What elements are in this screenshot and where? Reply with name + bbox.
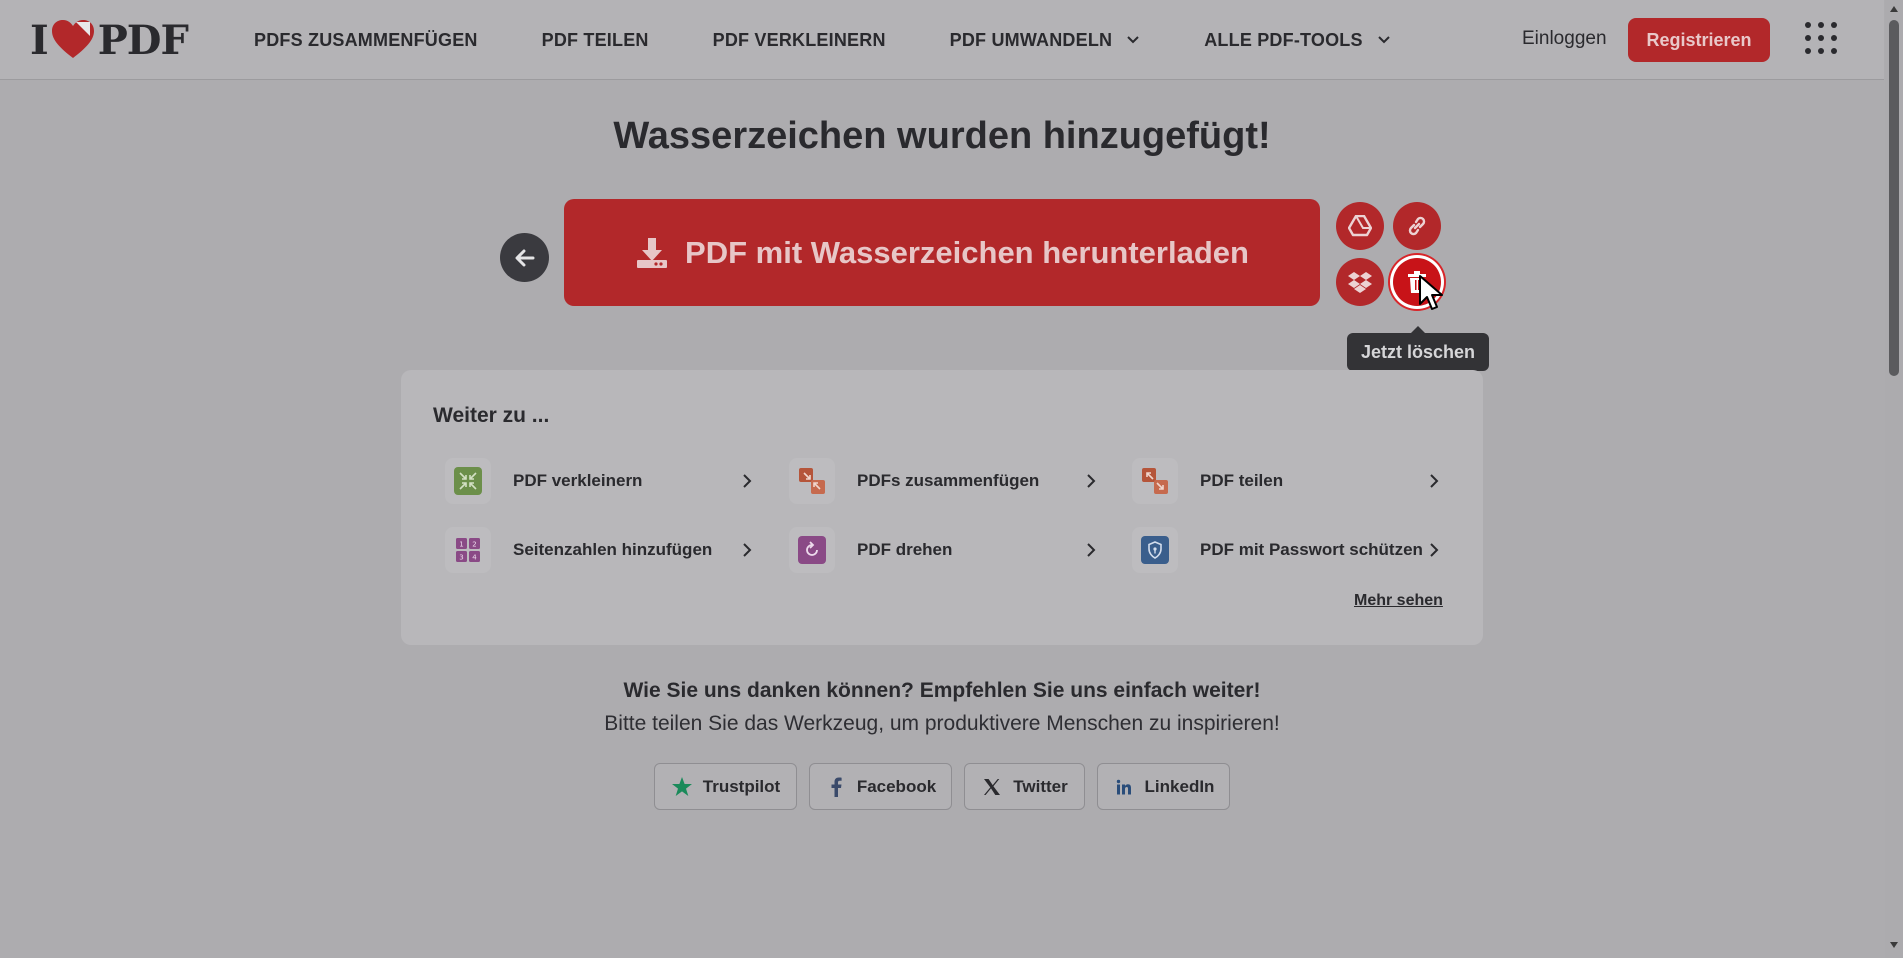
share-link-button[interactable] bbox=[1393, 202, 1441, 250]
download-icon bbox=[637, 237, 668, 268]
share-heading: Wie Sie uns danken können? Empfehlen Sie… bbox=[623, 679, 1261, 702]
chevron-right-icon bbox=[1087, 474, 1096, 488]
tool-label: PDFs zusammenfügen bbox=[857, 471, 1040, 490]
register-button[interactable]: Registrieren bbox=[1628, 18, 1770, 62]
trustpilot-button[interactable]: Trustpilot bbox=[654, 763, 797, 810]
vertical-scrollbar[interactable] bbox=[1885, 0, 1903, 958]
star-icon bbox=[671, 776, 693, 798]
continue-title: Weiter zu ... bbox=[433, 404, 550, 427]
shield-icon bbox=[1141, 536, 1169, 564]
chevron-right-icon bbox=[743, 543, 752, 557]
linkedin-icon bbox=[1113, 776, 1135, 798]
chevron-right-icon bbox=[743, 474, 752, 488]
nav-label: PDF UMWANDELN bbox=[949, 29, 1113, 50]
chevron-down-icon bbox=[1127, 36, 1139, 44]
mouse-cursor-icon bbox=[1419, 275, 1443, 310]
tool-label: PDF drehen bbox=[857, 540, 953, 559]
svg-text:1: 1 bbox=[459, 541, 463, 549]
google-drive-button[interactable] bbox=[1336, 202, 1384, 250]
tool-protect-pdf[interactable]: PDF mit Passwort schützen bbox=[1126, 524, 1456, 576]
tool-compress-pdf[interactable]: PDF verkleinern bbox=[439, 455, 769, 507]
page-title: Wasserzeichen wurden hinzugefügt! bbox=[613, 115, 1271, 157]
top-navbar: I PDF PDFS ZUSAMMENFÜGEN PDF TEILEN PDF … bbox=[0, 0, 1884, 80]
tool-label: PDF mit Passwort schützen bbox=[1200, 540, 1423, 559]
x-twitter-icon bbox=[981, 776, 1003, 798]
rotate-icon bbox=[798, 536, 826, 564]
logo-text-pdf: PDF bbox=[97, 16, 189, 64]
see-more-link[interactable]: Mehr sehen bbox=[1354, 592, 1443, 610]
linkedin-button[interactable]: LinkedIn bbox=[1097, 763, 1230, 810]
compress-icon bbox=[454, 467, 482, 495]
continue-to-panel: Weiter zu ... PDF verkleinern PDFs zusam… bbox=[401, 370, 1483, 645]
page-numbers-icon: 1 2 3 4 bbox=[454, 536, 482, 564]
split-icon bbox=[1141, 467, 1169, 495]
chevron-right-icon bbox=[1087, 543, 1096, 557]
tool-rotate-pdf[interactable]: PDF drehen bbox=[783, 524, 1113, 576]
trustpilot-label: Trustpilot bbox=[702, 776, 781, 796]
ilovepdf-logo[interactable]: I PDF bbox=[30, 16, 189, 64]
download-button[interactable]: PDF mit Wasserzeichen herunterladen bbox=[564, 199, 1320, 306]
dropbox-icon bbox=[1348, 272, 1372, 293]
logo-text-i: I bbox=[30, 16, 49, 64]
back-button[interactable] bbox=[500, 233, 549, 282]
arrow-left-icon bbox=[515, 249, 534, 266]
main-nav: PDFS ZUSAMMENFÜGEN PDF TEILEN PDF VERKLE… bbox=[254, 0, 1455, 80]
heart-icon bbox=[51, 20, 94, 58]
facebook-button[interactable]: Facebook bbox=[809, 763, 952, 810]
svg-text:3: 3 bbox=[459, 554, 463, 562]
facebook-label: Facebook bbox=[856, 776, 937, 796]
nav-label: ALLE PDF-TOOLS bbox=[1204, 29, 1363, 50]
nav-label: PDF VERKLEINERN bbox=[712, 29, 886, 50]
dropbox-button[interactable] bbox=[1336, 258, 1384, 306]
facebook-icon bbox=[825, 776, 847, 798]
tool-label: PDF verkleinern bbox=[513, 471, 643, 490]
share-subheading: Bitte teilen Sie das Werkzeug, um produk… bbox=[604, 712, 1280, 735]
login-link[interactable]: Einloggen bbox=[1522, 28, 1607, 50]
link-icon bbox=[1408, 216, 1426, 236]
scroll-down-arrow-icon[interactable] bbox=[1890, 942, 1898, 948]
scroll-up-arrow-icon[interactable] bbox=[1890, 6, 1898, 12]
nav-label: PDFS ZUSAMMENFÜGEN bbox=[254, 29, 478, 50]
nav-all-tools[interactable]: ALLE PDF-TOOLS bbox=[1204, 30, 1390, 51]
chevron-right-icon bbox=[1430, 474, 1439, 488]
shield-icon-wrapper bbox=[1132, 527, 1178, 573]
scroll-thumb[interactable] bbox=[1889, 20, 1899, 376]
tool-merge-pdf[interactable]: PDFs zusammenfügen bbox=[783, 455, 1113, 507]
tool-label: Seitenzahlen hinzufügen bbox=[513, 540, 713, 559]
tool-page-numbers[interactable]: 1 2 3 4 Seitenzahlen hinzufügen bbox=[439, 524, 769, 576]
page-numbers-icon-wrapper: 1 2 3 4 bbox=[445, 527, 491, 573]
merge-icon bbox=[798, 467, 826, 495]
svg-text:4: 4 bbox=[472, 554, 477, 562]
chevron-down-icon bbox=[1377, 36, 1390, 44]
chevron-right-icon bbox=[1430, 543, 1439, 557]
nav-convert-pdf[interactable]: PDF UMWANDELN bbox=[950, 30, 1141, 51]
delete-tooltip: Jetzt löschen bbox=[1347, 326, 1489, 371]
split-icon-wrapper bbox=[1132, 458, 1178, 504]
nav-compress-pdf[interactable]: PDF VERKLEINERN bbox=[713, 30, 886, 51]
compress-icon-wrapper bbox=[445, 458, 491, 504]
rotate-icon-wrapper bbox=[789, 527, 835, 573]
nav-split-pdf[interactable]: PDF TEILEN bbox=[542, 30, 649, 51]
tool-split-pdf[interactable]: PDF teilen bbox=[1126, 455, 1456, 507]
tool-label: PDF teilen bbox=[1200, 471, 1284, 490]
merge-icon-wrapper bbox=[789, 458, 835, 504]
nav-merge-pdf[interactable]: PDFS ZUSAMMENFÜGEN bbox=[254, 30, 478, 51]
twitter-label: Twitter bbox=[1013, 776, 1068, 796]
svg-text:2: 2 bbox=[472, 541, 476, 549]
linkedin-label: LinkedIn bbox=[1144, 776, 1215, 796]
twitter-button[interactable]: Twitter bbox=[964, 763, 1085, 810]
nav-label: PDF TEILEN bbox=[541, 29, 649, 50]
apps-grid-icon[interactable] bbox=[1803, 20, 1839, 56]
google-drive-icon bbox=[1348, 215, 1372, 237]
download-label: PDF mit Wasserzeichen herunterladen bbox=[685, 234, 1249, 270]
